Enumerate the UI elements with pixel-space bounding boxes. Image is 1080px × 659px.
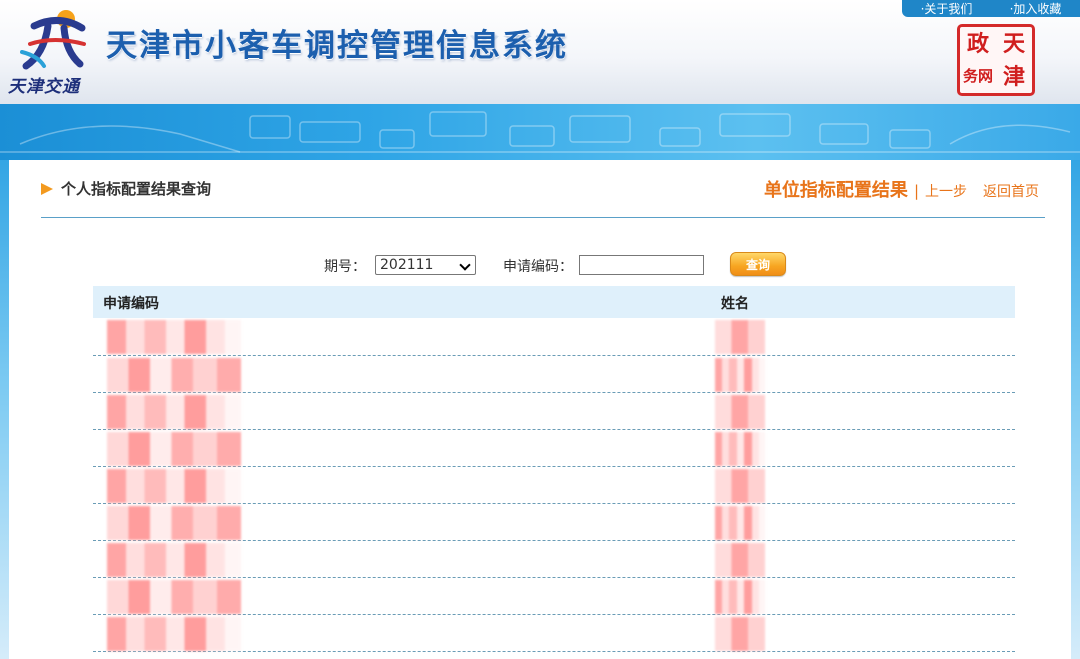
left-frame-strip xyxy=(0,160,9,659)
table-header: 申请编码 姓名 xyxy=(93,286,1015,318)
unit-result-link[interactable]: 单位指标配置结果 xyxy=(764,176,908,202)
decorative-banner xyxy=(0,104,1080,160)
cell-name xyxy=(699,356,799,392)
cell-name xyxy=(699,504,799,540)
table-row xyxy=(93,578,1015,615)
query-button[interactable]: 查询 xyxy=(730,252,786,276)
redacted-mosaic xyxy=(107,395,241,429)
logo-caption: 天津交通 xyxy=(8,77,80,97)
table-row xyxy=(93,356,1015,393)
code-label: 申请编码： xyxy=(503,259,573,275)
column-header-name: 姓名 xyxy=(721,296,749,312)
seal-char: 津 xyxy=(1002,63,1025,90)
cell-application-code xyxy=(93,467,273,503)
period-selected-value: 202111 xyxy=(380,257,434,273)
chevron-down-icon xyxy=(459,259,471,271)
nav-separator: | xyxy=(913,182,919,200)
right-nav: 单位指标配置结果 | 上一步 返回首页 xyxy=(764,176,1039,202)
seal-char: 务网 xyxy=(962,67,993,85)
site-header: ·关于我们 ·加入收藏 天津交通 天津市小客车调控管理信息系统 天津市小客车调控… xyxy=(0,0,1080,104)
previous-step-link[interactable]: 上一步 xyxy=(925,181,967,201)
redacted-mosaic xyxy=(715,617,765,651)
about-us-link[interactable]: ·关于我们 xyxy=(921,0,973,17)
redacted-mosaic xyxy=(107,617,241,651)
result-table: 申请编码 姓名 xyxy=(93,286,1015,652)
table-row xyxy=(93,467,1015,504)
redacted-mosaic xyxy=(107,543,241,577)
redacted-mosaic xyxy=(107,506,241,540)
redacted-mosaic xyxy=(107,320,241,354)
redacted-mosaic xyxy=(715,469,765,503)
cell-name xyxy=(699,318,799,354)
site-title-reflection: 天津市小客车调控管理信息系统 xyxy=(106,31,568,52)
right-frame-strip xyxy=(1071,160,1080,659)
redacted-mosaic xyxy=(107,432,241,466)
redacted-mosaic xyxy=(107,358,241,392)
cell-name xyxy=(699,578,799,614)
table-row xyxy=(93,318,1015,356)
redacted-mosaic xyxy=(715,395,765,429)
period-select[interactable]: 202111 xyxy=(375,255,476,275)
banner-pattern-icon xyxy=(0,111,1080,153)
application-code-input[interactable] xyxy=(579,255,704,275)
cell-application-code xyxy=(93,578,273,614)
redacted-mosaic xyxy=(715,506,765,540)
cell-name xyxy=(699,541,799,577)
tianjin-government-seal: 政 天 务网 津 xyxy=(957,24,1035,96)
cell-name xyxy=(699,615,799,651)
seal-char: 政 xyxy=(966,30,989,57)
cell-application-code xyxy=(93,356,273,392)
back-home-link[interactable]: 返回首页 xyxy=(983,181,1039,201)
orange-arrow-icon xyxy=(41,182,53,195)
cell-name xyxy=(699,430,799,466)
redacted-mosaic xyxy=(715,543,765,577)
cell-application-code xyxy=(93,430,273,466)
redacted-mosaic xyxy=(107,580,241,614)
table-body xyxy=(93,318,1015,652)
cell-application-code xyxy=(93,541,273,577)
table-row xyxy=(93,504,1015,541)
table-row xyxy=(93,393,1015,430)
table-row xyxy=(93,541,1015,578)
cell-application-code xyxy=(93,318,273,354)
seal-char: 天 xyxy=(1002,30,1025,57)
search-form: 期号： 202111 申请编码： 查询 xyxy=(9,252,1071,278)
redacted-mosaic xyxy=(107,469,241,503)
table-row xyxy=(93,615,1015,652)
page-heading-text: 个人指标配置结果查询 xyxy=(61,180,212,198)
period-label: 期号： xyxy=(324,259,366,275)
table-row xyxy=(93,430,1015,467)
redacted-mosaic xyxy=(715,320,765,354)
cell-name xyxy=(699,393,799,429)
column-header-code: 申请编码 xyxy=(103,296,159,312)
heading-divider xyxy=(41,217,1045,218)
cell-name xyxy=(699,467,799,503)
cell-application-code xyxy=(93,504,273,540)
cell-application-code xyxy=(93,393,273,429)
redacted-mosaic xyxy=(715,358,765,392)
redacted-mosaic xyxy=(715,432,765,466)
page-heading: 个人指标配置结果查询 xyxy=(41,178,211,199)
cell-application-code xyxy=(93,615,273,651)
main-content: 个人指标配置结果查询 单位指标配置结果 | 上一步 返回首页 期号： 20211… xyxy=(9,160,1071,659)
top-links-bar: ·关于我们 ·加入收藏 xyxy=(902,0,1080,17)
redacted-mosaic xyxy=(715,580,765,614)
add-favorite-link[interactable]: ·加入收藏 xyxy=(1010,0,1062,17)
